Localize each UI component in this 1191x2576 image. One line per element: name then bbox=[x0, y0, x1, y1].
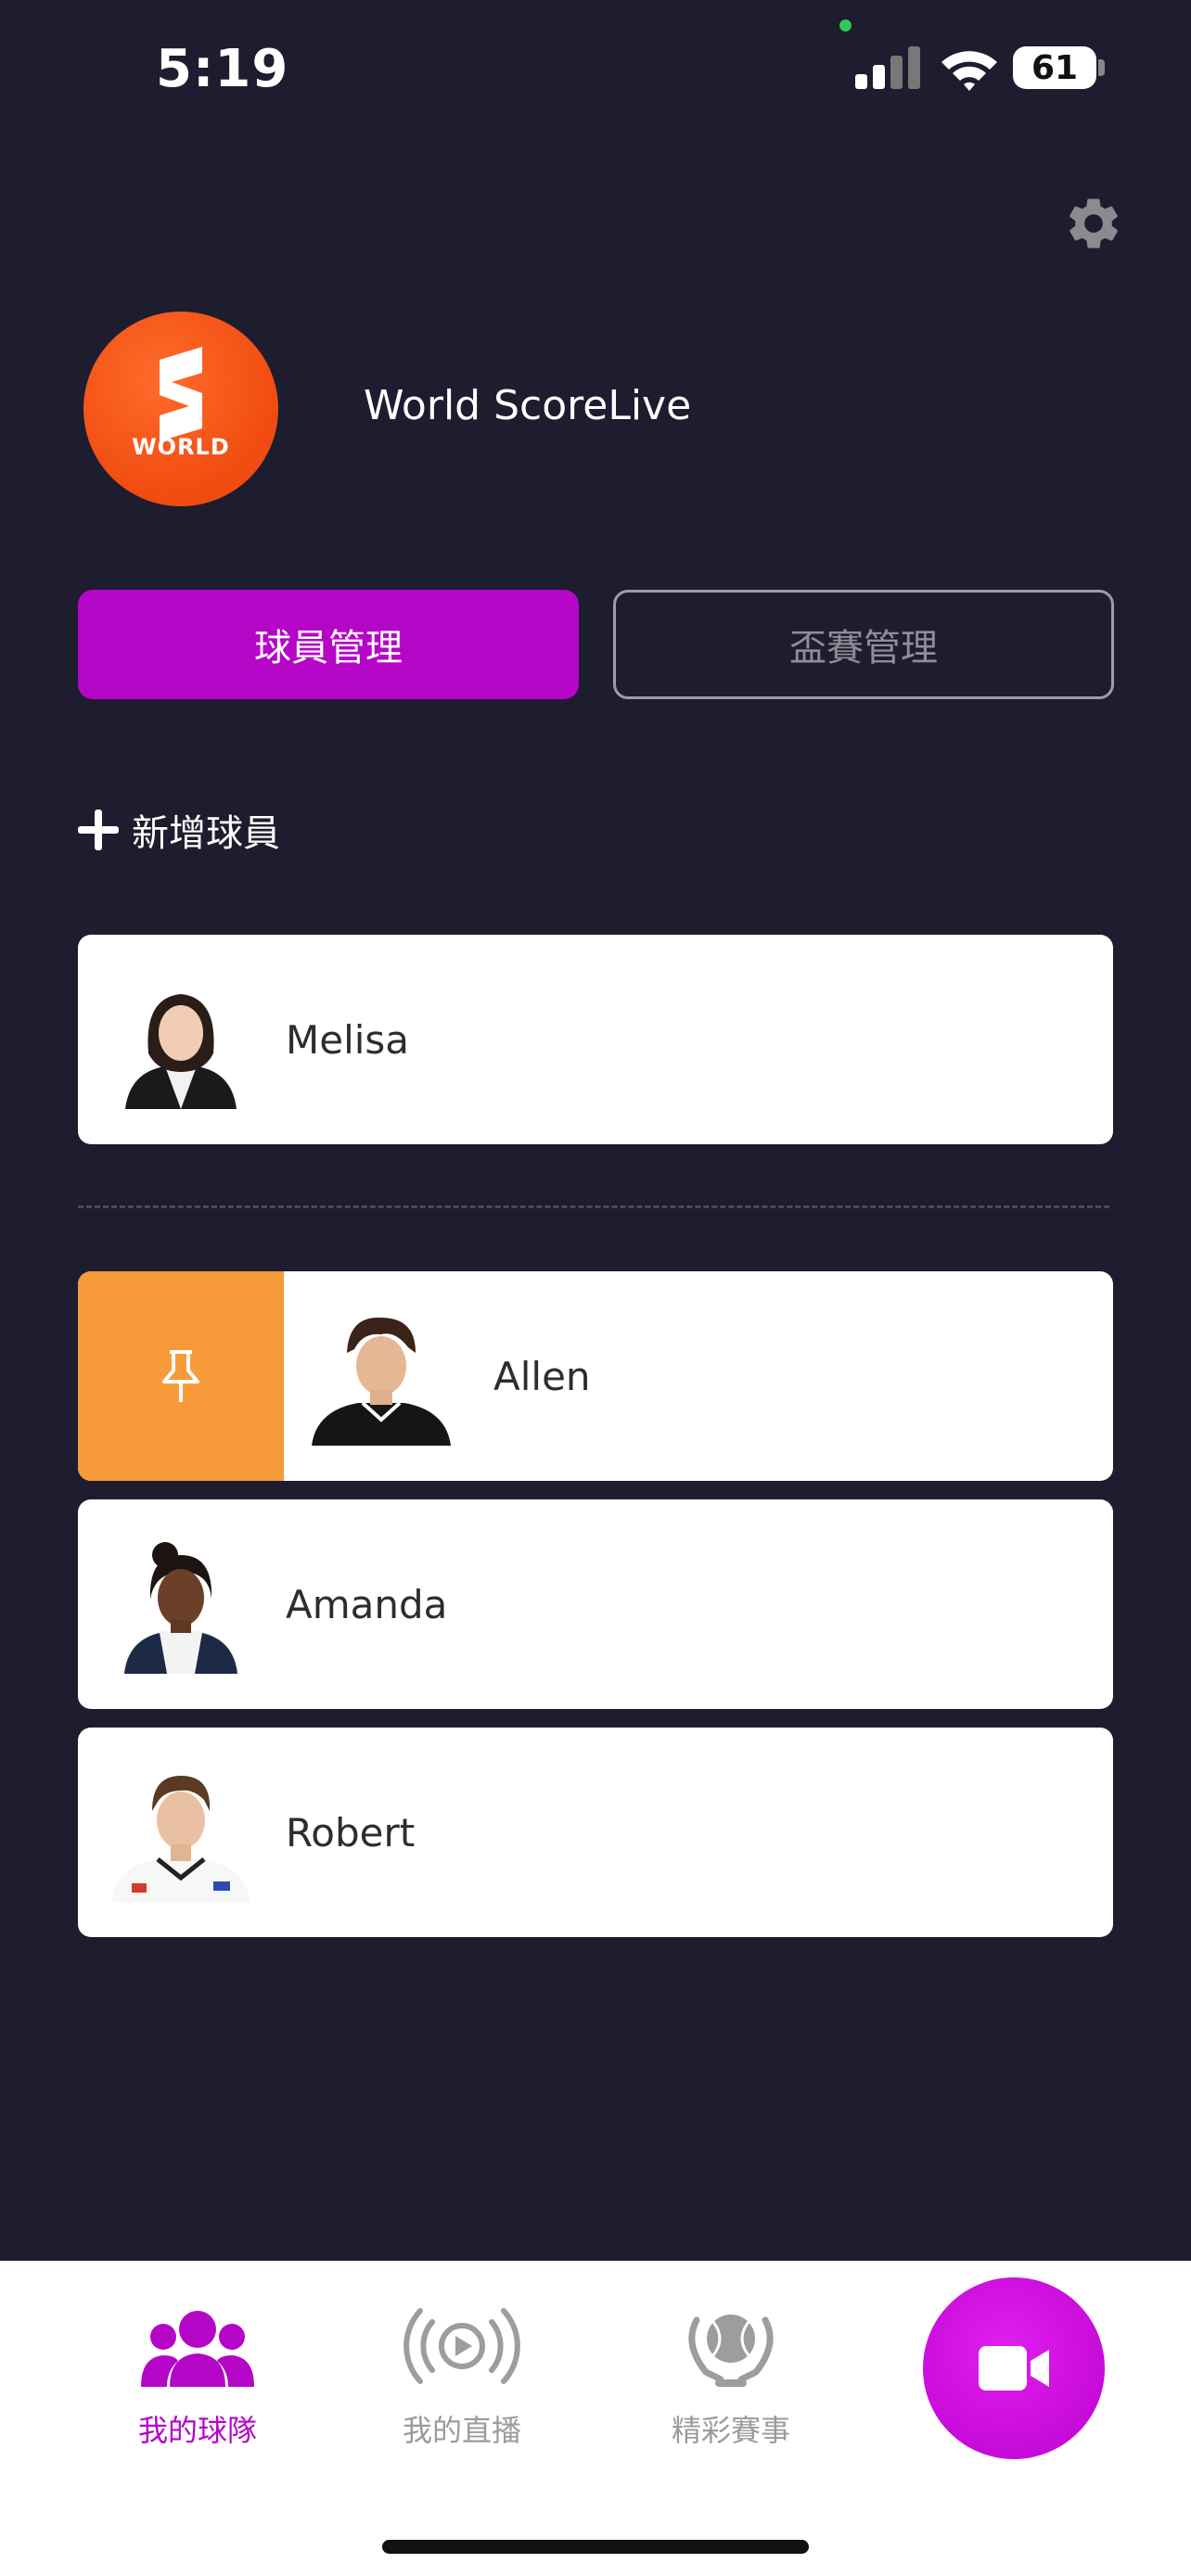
player-card-robert[interactable]: Robert bbox=[78, 1728, 1113, 1937]
player-avatar bbox=[122, 1542, 239, 1674]
camera-indicator-dot bbox=[839, 19, 852, 32]
add-player-label: 新增球員 bbox=[132, 812, 280, 855]
plus-icon bbox=[78, 810, 119, 850]
nav-item-highlight-matches[interactable]: 精彩賽事 bbox=[638, 2302, 824, 2450]
logo-s-mark bbox=[160, 347, 202, 441]
nav-item-my-team[interactable]: 我的球隊 bbox=[105, 2302, 290, 2450]
player-name: Melisa bbox=[286, 1016, 410, 1063]
player-avatar bbox=[125, 994, 237, 1109]
profile-name: World ScoreLive bbox=[364, 382, 692, 429]
player-name: Robert bbox=[286, 1809, 416, 1855]
nav-label: 我的直播 bbox=[402, 2413, 521, 2448]
wifi-icon bbox=[941, 51, 997, 91]
cellular-signal-icon bbox=[855, 45, 922, 89]
battery-indicator: 61 bbox=[1013, 46, 1096, 89]
player-avatar bbox=[312, 1317, 451, 1446]
team-icon bbox=[141, 2311, 254, 2387]
tab-cup-management[interactable]: 盃賽管理 bbox=[613, 590, 1114, 699]
pin-icon bbox=[162, 1350, 199, 1402]
player-avatar bbox=[111, 1776, 250, 1902]
logo-wordmark: WORLD bbox=[132, 434, 230, 460]
gear-icon[interactable] bbox=[1063, 193, 1124, 254]
nav-item-my-live[interactable]: 我的直播 bbox=[369, 2302, 555, 2450]
nav-label: 我的球隊 bbox=[137, 2413, 257, 2448]
player-card-allen[interactable]: Allen bbox=[78, 1271, 1113, 1481]
player-name: Amanda bbox=[286, 1581, 448, 1627]
video-camera-icon bbox=[979, 2346, 1049, 2391]
app-logo: WORLD bbox=[83, 312, 278, 506]
tab-player-management[interactable]: 球員管理 bbox=[78, 590, 579, 699]
status-time: 5:19 bbox=[156, 39, 289, 99]
battery-cap bbox=[1098, 59, 1105, 76]
nav-label: 精彩賽事 bbox=[671, 2413, 790, 2448]
home-indicator bbox=[382, 2540, 809, 2554]
player-card-amanda[interactable]: Amanda bbox=[78, 1499, 1113, 1709]
player-card-melisa[interactable]: Melisa bbox=[78, 935, 1113, 1144]
pin-action[interactable] bbox=[78, 1271, 284, 1481]
start-stream-button[interactable] bbox=[923, 2277, 1105, 2459]
add-player-button[interactable]: 新增球員 bbox=[78, 803, 280, 857]
live-broadcast-icon bbox=[403, 2308, 520, 2384]
section-divider bbox=[78, 1205, 1109, 1208]
player-name: Allen bbox=[493, 1353, 591, 1399]
highlight-matches-icon bbox=[688, 2315, 774, 2387]
